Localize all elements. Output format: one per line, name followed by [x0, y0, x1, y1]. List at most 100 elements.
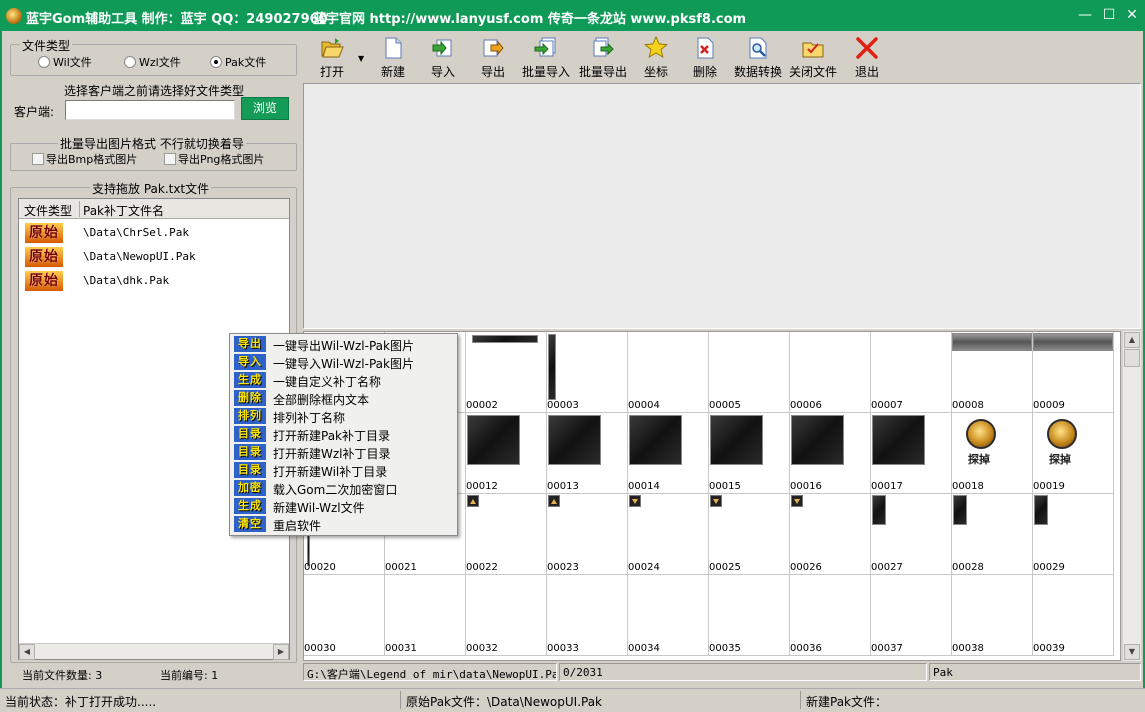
thumbnail-cell[interactable]: 00007 [871, 332, 952, 413]
thumbnail-cell[interactable]: 00030 [304, 575, 385, 656]
thumbnail-cell[interactable]: 00031 [385, 575, 466, 656]
thumbnail-cell[interactable]: 00017 [871, 413, 952, 494]
thumbnail-cell[interactable]: 00012 [466, 413, 547, 494]
menu-tag: 清空 [234, 516, 266, 532]
menu-item-import-all[interactable]: 导入 一键导入Wil-Wzl-Pak图片 [232, 353, 455, 371]
thumbnail-cell[interactable]: 00029 [1033, 494, 1114, 575]
menu-item-open-wzl-dir[interactable]: 目录 打开新建Wzl补丁目录 [232, 443, 455, 461]
open-button[interactable]: 打开 ▼ [303, 32, 364, 82]
thumbnail-cell[interactable]: 00005 [709, 332, 790, 413]
thumbnail-cell[interactable]: 00034 [628, 575, 709, 656]
radio-wzl-dot[interactable] [124, 56, 136, 68]
thumbnail-cell[interactable]: 00002 [466, 332, 547, 413]
thumbnail-cell[interactable]: 00023 [547, 494, 628, 575]
scroll-right-icon[interactable]: ▶ [273, 644, 289, 660]
thumbnail-cell[interactable]: 00036 [790, 575, 871, 656]
menu-tag: 目录 [234, 462, 266, 478]
thumbnail-cell[interactable]: 00027 [871, 494, 952, 575]
cell-number: 00027 [871, 562, 903, 573]
list-item[interactable]: 原始 \Data\ChrSel.Pak [19, 222, 289, 244]
patch-list-legend: 支持拖放 Pak.txt文件 [90, 180, 212, 197]
close-file-button[interactable]: 关闭文件 [784, 32, 842, 82]
client-path-input[interactable] [65, 100, 235, 120]
export-bmp-checkbox[interactable]: 导出Bmp格式图片 [32, 151, 137, 167]
scroll-down-icon[interactable]: ▼ [1124, 644, 1140, 660]
radio-pak-dot[interactable] [210, 56, 222, 68]
thumbnail-cell[interactable]: 00032 [466, 575, 547, 656]
thumbnail-cell[interactable]: 探掉 00018 [952, 413, 1033, 494]
type-badge: 原始 [25, 223, 63, 243]
list-item[interactable]: 原始 \Data\NewopUI.Pak [19, 246, 289, 268]
cell-number: 00016 [790, 481, 822, 492]
export-button[interactable]: 导出 [464, 32, 522, 82]
list-item[interactable]: 原始 \Data\dhk.Pak [19, 270, 289, 292]
thumbnail-cell[interactable]: 00008 [952, 332, 1033, 413]
menu-item-open-wil-dir[interactable]: 目录 打开新建Wil补丁目录 [232, 461, 455, 479]
column-file-type[interactable]: 文件类型 [24, 202, 72, 219]
menu-item-export-all[interactable]: 导出 一键导出Wil-Wzl-Pak图片 [232, 335, 455, 353]
browse-button[interactable]: 浏览 [241, 97, 289, 120]
menu-item-delete-text[interactable]: 删除 全部删除框内文本 [232, 389, 455, 407]
thumbnail-cell[interactable]: 00025 [709, 494, 790, 575]
thumbnail-cell[interactable]: 00026 [790, 494, 871, 575]
column-file-name[interactable]: Pak补丁文件名 [83, 202, 164, 219]
menu-label: 一键自定义补丁名称 [273, 375, 382, 389]
thumbnail-cell[interactable]: 00006 [790, 332, 871, 413]
maximize-button[interactable]: ☐ [1101, 7, 1117, 23]
thumbnail-cell[interactable]: 探掉 00019 [1033, 413, 1114, 494]
menu-item-sort-names[interactable]: 排列 排列补丁名称 [232, 407, 455, 425]
patch-list-hscrollbar[interactable]: ◀ ▶ [19, 643, 289, 660]
minimize-button[interactable]: — [1077, 7, 1093, 23]
export-bmp-box[interactable] [32, 153, 44, 165]
thumbnail-cell[interactable]: 00016 [790, 413, 871, 494]
thumbnail-cell[interactable]: 00038 [952, 575, 1033, 656]
scroll-left-icon[interactable]: ◀ [19, 644, 35, 660]
scroll-up-icon[interactable]: ▲ [1124, 332, 1140, 348]
scroll-thumb[interactable] [1124, 349, 1140, 367]
cell-number: 00020 [304, 562, 336, 573]
grid-vscrollbar[interactable]: ▲ ▼ [1123, 331, 1141, 661]
thumbnail-cell[interactable]: 00024 [628, 494, 709, 575]
image-preview-area[interactable] [303, 83, 1141, 329]
thumbnail-cell[interactable]: 00033 [547, 575, 628, 656]
title-bar: 蓝宇Gom辅助工具 制作：蓝宇 QQ：249027960 蓝宇官网 http:/… [0, 0, 1145, 31]
thumbnail-cell[interactable]: 00014 [628, 413, 709, 494]
status-path: G:\客户端\Legend of mir\data\NewopUI.Pak [303, 663, 557, 681]
batch-import-button[interactable]: 批量导入 [517, 32, 575, 82]
thumbnail-cell[interactable]: 00037 [871, 575, 952, 656]
thumbnail-cell[interactable]: 00009 [1033, 332, 1114, 413]
menu-item-custom-name[interactable]: 生成 一键自定义补丁名称 [232, 371, 455, 389]
thumbnail-cell[interactable]: 00003 [547, 332, 628, 413]
thumbnail-cell[interactable]: 00039 [1033, 575, 1114, 656]
window-title: 蓝宇Gom辅助工具 制作：蓝宇 QQ：249027960 [26, 12, 328, 27]
batch-export-button[interactable]: 批量导出 [574, 32, 632, 82]
sprite-bar [472, 335, 538, 343]
exit-button[interactable]: 退出 [838, 32, 896, 82]
menu-item-restart[interactable]: 清空 重启软件 [232, 515, 455, 533]
thumbnail-cell[interactable]: 00013 [547, 413, 628, 494]
patch-path: \Data\NewopUI.Pak [83, 250, 196, 263]
menu-item-open-pak-dir[interactable]: 目录 打开新建Pak补丁目录 [232, 425, 455, 443]
close-button[interactable]: ✕ [1124, 7, 1140, 23]
radio-wil-dot[interactable] [38, 56, 50, 68]
thumbnail-cell[interactable]: 00028 [952, 494, 1033, 575]
menu-label: 排列补丁名称 [273, 411, 346, 425]
coin-label: 探掉 [968, 453, 990, 466]
thumbnail-cell[interactable]: 00004 [628, 332, 709, 413]
sprite-panel [1033, 333, 1113, 351]
data-convert-button[interactable]: 数据转换 [729, 32, 787, 82]
thumbnail-cell[interactable]: 00022 [466, 494, 547, 575]
radio-wzl[interactable]: Wzl文件 [124, 54, 181, 70]
export-png-checkbox[interactable]: 导出Png格式图片 [164, 151, 264, 167]
thumbnail-cell[interactable]: 00015 [709, 413, 790, 494]
cell-number: 00012 [466, 481, 498, 492]
export-png-box[interactable] [164, 153, 176, 165]
cell-number: 00028 [952, 562, 984, 573]
radio-pak[interactable]: Pak文件 [210, 54, 266, 70]
menu-item-encrypt[interactable]: 加密 载入Gom二次加密窗口 [232, 479, 455, 497]
radio-wil[interactable]: Wil文件 [38, 54, 92, 70]
arrow-up-icon [548, 495, 560, 507]
thumbnail-cell[interactable]: 00035 [709, 575, 790, 656]
menu-item-new-wil-wzl[interactable]: 生成 新建Wil-Wzl文件 [232, 497, 455, 515]
delete-button[interactable]: 删除 [676, 32, 734, 82]
